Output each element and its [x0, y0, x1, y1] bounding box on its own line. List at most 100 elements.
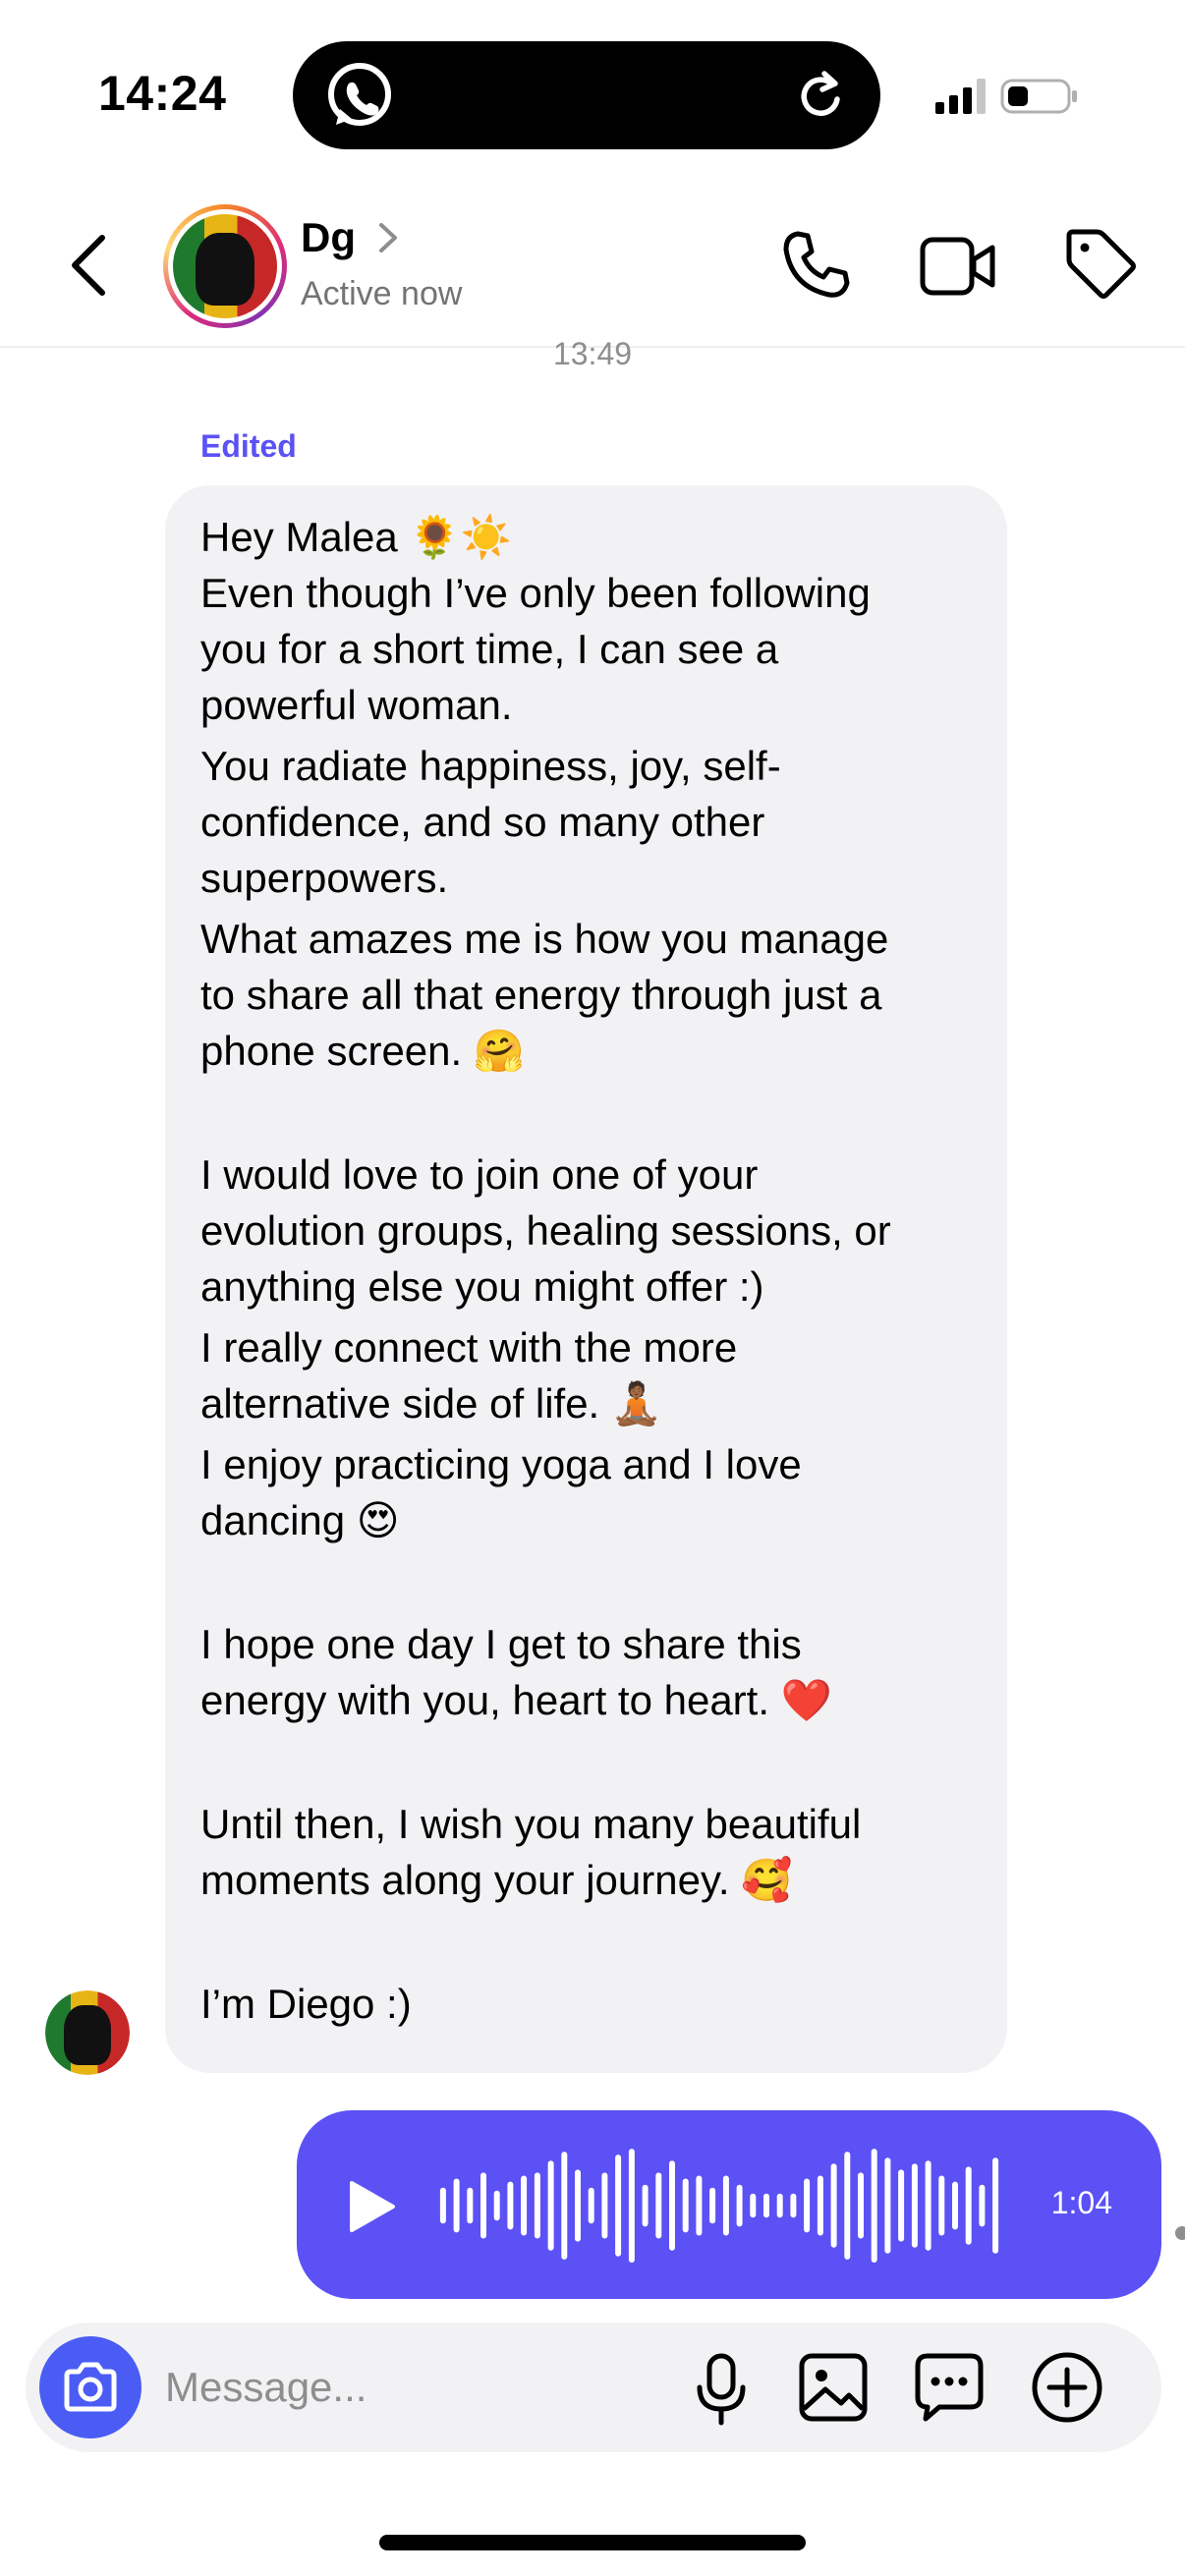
message-input[interactable] [163, 2356, 654, 2419]
waveform-bar [601, 2172, 608, 2239]
message-timestamp: 13:49 [552, 336, 633, 371]
waveform-bar [588, 2187, 594, 2224]
message-line: phone screen. 🤗 [200, 1028, 526, 1074]
waveform-bar [709, 2187, 716, 2224]
message-line: anything else you might offer :) [200, 1263, 764, 1310]
message-line: alternative side of life. 🧘🏾 [200, 1380, 663, 1427]
waveform-bar [439, 2187, 446, 2224]
chat-header: Dg Active now [0, 187, 1185, 348]
plus-circle-icon[interactable] [1030, 2350, 1104, 2425]
waveform-bar [776, 2193, 783, 2218]
waveform-bar [467, 2187, 474, 2224]
waveform-bar [858, 2172, 864, 2239]
message-line: Hey Malea 🌻☀️ [200, 514, 513, 560]
play-icon[interactable] [348, 2179, 397, 2234]
message-line: evolution groups, healing sessions, or [200, 1207, 891, 1254]
message-line: confidence, and so many other [200, 799, 765, 845]
contact-name-row[interactable]: Dg [301, 214, 401, 261]
message-line: dancing 😍 [200, 1497, 400, 1543]
cellular-signal-icon [935, 79, 986, 114]
refresh-icon [801, 71, 840, 116]
waveform-bar [750, 2193, 757, 2218]
waveform-bar [615, 2155, 622, 2257]
waveform-bar [965, 2166, 972, 2245]
image-icon[interactable] [798, 2352, 869, 2423]
waveform-bar [722, 2175, 729, 2236]
waveform-bar [480, 2172, 486, 2239]
message-line: You radiate happiness, joy, self- [200, 743, 781, 789]
message-line: What amazes me is how you manage [200, 916, 889, 962]
waveform-bar [871, 2149, 877, 2263]
read-indicator-dot [1175, 2226, 1185, 2240]
waveform-bar [925, 2160, 931, 2251]
message-line: you for a short time, I can see a [200, 626, 779, 672]
message-line: I’m Diego :) [200, 1981, 412, 2027]
battery-icon [1000, 79, 1077, 114]
waveform-bar [979, 2184, 986, 2227]
dynamic-island[interactable] [293, 41, 880, 149]
waveform-bar [817, 2175, 823, 2236]
active-status: Active now [301, 275, 463, 312]
whatsapp-icon [328, 63, 391, 126]
waveform-bar [804, 2178, 811, 2233]
voice-duration: 1:04 [1050, 2185, 1112, 2220]
waveform-bar [547, 2160, 554, 2251]
waveform-bar [507, 2181, 514, 2230]
waveform-bar [696, 2175, 703, 2236]
waveform-bar [938, 2175, 945, 2236]
waveform-bar [669, 2160, 675, 2251]
incoming-message-bubble[interactable]: Hey Malea 🌻☀️ Even though I’ve only been… [165, 485, 1007, 2073]
contact-avatar[interactable] [163, 204, 287, 328]
waveform-bar [790, 2193, 797, 2218]
message-line: I hope one day I get to share this [200, 1621, 802, 1667]
contact-name: Dg [301, 214, 356, 260]
waveform-bar [736, 2184, 743, 2227]
message-line: powerful woman. [200, 682, 513, 728]
waveform-bar [655, 2172, 662, 2239]
edited-label: Edited [200, 428, 297, 464]
audio-waveform[interactable] [436, 2146, 1002, 2266]
message-composer [26, 2323, 1161, 2452]
waveform-bar [534, 2172, 540, 2239]
chevron-right-icon [379, 223, 397, 252]
sticker-icon[interactable] [914, 2352, 985, 2423]
waveform-bar [682, 2178, 689, 2233]
waveform-bar [561, 2152, 568, 2260]
camera-button[interactable] [39, 2336, 141, 2438]
waveform-bar [844, 2152, 851, 2260]
video-camera-icon[interactable] [920, 234, 996, 299]
waveform-bar [952, 2181, 958, 2230]
waveform-bar [884, 2157, 891, 2254]
avatar-image [173, 214, 277, 318]
waveform-bar [453, 2178, 460, 2233]
message-line: I would love to join one of your [200, 1151, 759, 1198]
waveform-bar [898, 2169, 905, 2242]
tag-icon[interactable] [1061, 226, 1140, 305]
waveform-bar [628, 2149, 635, 2263]
home-indicator [379, 2535, 806, 2550]
message-line: I really connect with the more [200, 1324, 738, 1371]
waveform-bar [575, 2169, 581, 2242]
avatar-image [45, 1990, 130, 2075]
waveform-bar [763, 2193, 769, 2218]
message-line: moments along your journey. 🥰 [200, 1857, 793, 1903]
waveform-bar [992, 2157, 999, 2254]
message-line: Even though I’ve only been following [200, 570, 871, 616]
message-line: Until then, I wish you many beautiful [200, 1801, 862, 1847]
message-line: energy with you, heart to heart. ❤️ [200, 1677, 832, 1723]
waveform-bar [911, 2163, 918, 2248]
waveform-bar [642, 2184, 649, 2227]
waveform-bar [521, 2175, 528, 2236]
microphone-icon[interactable] [692, 2352, 751, 2427]
voice-message-bubble[interactable]: 1:04 [297, 2110, 1161, 2299]
camera-icon [64, 2362, 117, 2412]
message-line: I enjoy practicing yoga and I love [200, 1441, 802, 1487]
message-line: superpowers. [200, 855, 449, 901]
waveform-bar [493, 2190, 500, 2221]
back-chevron-icon[interactable] [61, 226, 116, 305]
status-bar: 14:24 [0, 0, 1185, 187]
message-line: to share all that energy through just a [200, 972, 882, 1018]
sender-avatar[interactable] [45, 1990, 130, 2075]
waveform-bar [830, 2163, 837, 2248]
phone-icon[interactable] [778, 228, 853, 303]
